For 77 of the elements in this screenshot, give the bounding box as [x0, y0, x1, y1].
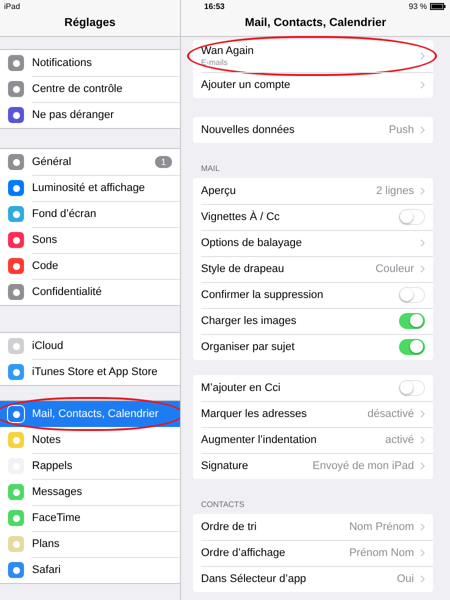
- settings-row[interactable]: Nouvelles données Push: [193, 117, 433, 143]
- device-name: iPad: [4, 2, 20, 10]
- chevron-icon: [420, 126, 425, 134]
- row-value: Push: [388, 124, 414, 136]
- row-label: Options de balayage: [201, 237, 303, 249]
- row-value: Prénom Nom: [349, 547, 414, 559]
- settings-row[interactable]: Aperçu 2 lignes: [193, 178, 433, 204]
- chevron-icon: [420, 239, 425, 247]
- account-subtitle: E-mails: [201, 58, 229, 67]
- sidebar-item[interactable]: Safari: [0, 557, 180, 583]
- sidebar-item[interactable]: Général 1: [0, 149, 180, 175]
- row-label: Vignettes À / Cc: [201, 211, 281, 223]
- row-value: activé: [385, 434, 414, 446]
- row-label: Ordre d’affichage: [201, 547, 286, 559]
- sidebar-item[interactable]: Fond d’écran: [0, 201, 180, 227]
- row-label: Ordre de tri: [201, 521, 258, 533]
- chevron-icon: [420, 81, 425, 89]
- row-value: Couleur: [375, 263, 414, 275]
- sidebar-item[interactable]: Messages: [0, 479, 180, 505]
- chevron-icon: [420, 187, 425, 195]
- sidebar-item[interactable]: iTunes Store et App Store: [0, 359, 180, 385]
- row-value: Envoyé de mon iPad: [312, 460, 414, 472]
- settings-row[interactable]: Options de balayage: [193, 230, 433, 256]
- sidebar-item[interactable]: Plans: [0, 531, 180, 557]
- sidebar-item[interactable]: Luminosité et affichage: [0, 175, 180, 201]
- settings-row[interactable]: Signature Envoyé de mon iPad: [193, 453, 433, 479]
- row-label: Ajouter un compte: [201, 79, 292, 91]
- row-value: 2 lignes: [376, 185, 414, 197]
- row-label: Nouvelles données: [201, 124, 296, 136]
- sidebar-item[interactable]: Confidentialité: [0, 279, 180, 305]
- settings-row[interactable]: Ordre d’affichage Prénom Nom: [193, 540, 433, 566]
- sidebar-item[interactable]: Ne pas déranger: [0, 102, 180, 128]
- row-label: Dans Sélecteur d’app: [201, 573, 308, 585]
- row-label: Aperçu: [201, 185, 237, 197]
- chevron-icon: [420, 436, 425, 444]
- settings-row[interactable]: Ajouter un compte: [193, 72, 433, 98]
- settings-row[interactable]: Ordre de tri Nom Prénom: [193, 514, 433, 540]
- sidebar-item[interactable]: Notes: [0, 427, 180, 453]
- sidebar-item[interactable]: FaceTime: [0, 505, 180, 531]
- chevron-icon: [420, 265, 425, 273]
- settings-row[interactable]: Style de drapeau Couleur: [193, 256, 433, 282]
- account-row[interactable]: Wan Again E-mails: [193, 40, 433, 72]
- row-label: Confirmer la suppression: [201, 289, 324, 301]
- chevron-icon: [420, 410, 425, 418]
- section-header: CONTACTS: [200, 499, 246, 511]
- sidebar-item[interactable]: Centre de contrôle: [0, 76, 180, 102]
- row-label: Signature: [201, 460, 250, 472]
- sidebar-item[interactable]: Rappels: [0, 453, 180, 479]
- sidebar-item[interactable]: Code: [0, 253, 180, 279]
- count-badge: 1: [154, 156, 172, 168]
- toggle-switch[interactable]: [399, 313, 425, 329]
- row-label: Marquer les adresses: [201, 408, 308, 420]
- settings-row[interactable]: Augmenter l’indentation activé: [193, 427, 433, 453]
- section-header: MAIL: [200, 163, 221, 175]
- chevron-icon: [420, 462, 425, 470]
- row-value: désactivé: [368, 408, 414, 420]
- sidebar-item[interactable]: Sons: [0, 227, 180, 253]
- row-label: Charger les images: [201, 315, 298, 327]
- row-label: Organiser par sujet: [201, 341, 296, 353]
- toggle-switch[interactable]: [399, 339, 425, 355]
- settings-row[interactable]: Marquer les adresses désactivé: [193, 401, 433, 427]
- clock: 16:53: [204, 2, 225, 10]
- row-label: M’ajouter en Cci: [201, 382, 282, 394]
- row-label: Style de drapeau: [201, 263, 286, 275]
- row-value: Oui: [396, 573, 414, 585]
- row-label: Augmenter l’indentation: [201, 434, 318, 446]
- settings-row[interactable]: Dans Sélecteur d’app Oui: [193, 566, 433, 592]
- chevron-icon: [420, 52, 425, 60]
- chevron-icon: [420, 523, 425, 531]
- battery-percent: 93 %: [408, 2, 427, 10]
- chevron-icon: [420, 575, 425, 583]
- chevron-icon: [420, 549, 425, 557]
- sidebar-item[interactable]: Notifications: [0, 50, 180, 76]
- row-value: Nom Prénom: [349, 521, 414, 533]
- sidebar-item[interactable]: iCloud: [0, 333, 180, 359]
- account-name: Wan Again: [201, 45, 255, 57]
- battery-icon: [430, 2, 446, 10]
